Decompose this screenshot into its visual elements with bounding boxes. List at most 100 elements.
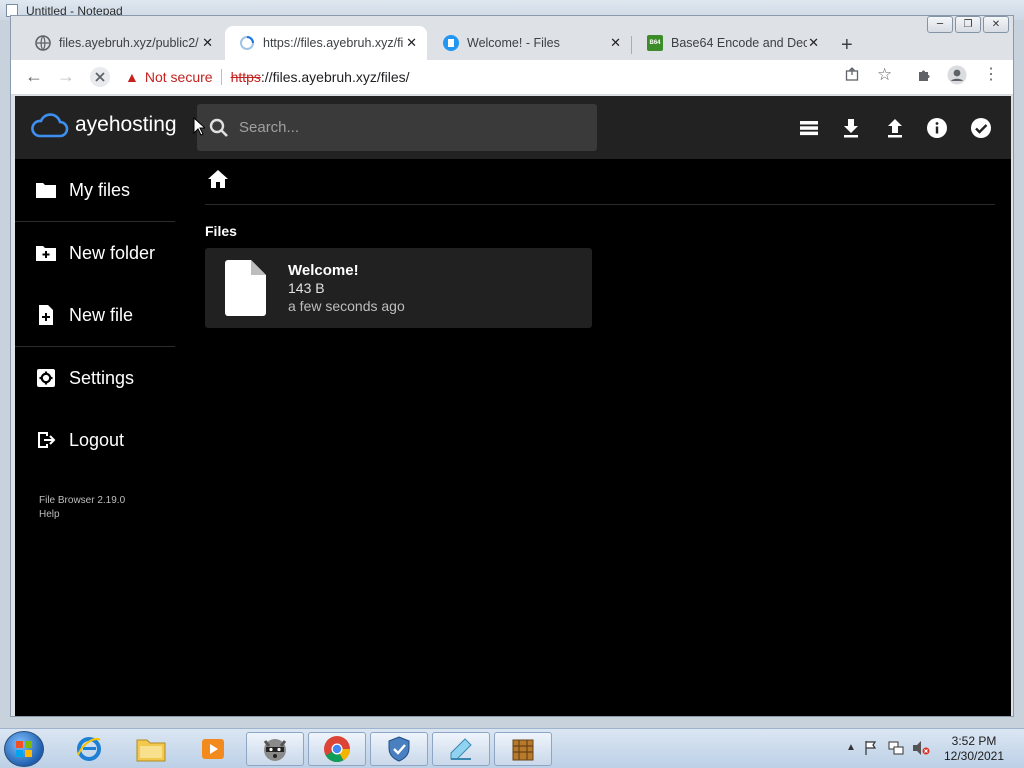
filebrowser-favicon-icon — [443, 35, 459, 51]
files-section-title: Files — [205, 223, 237, 239]
tab-welcome-files[interactable]: Welcome! - Files ✕ — [429, 26, 631, 60]
tab-public2[interactable]: files.ayebruh.xyz/public2/ ✕ — [21, 26, 223, 60]
search-icon — [209, 118, 228, 137]
media-player-icon — [202, 739, 224, 759]
volume-muted-icon[interactable] — [912, 740, 930, 761]
home-icon[interactable] — [207, 169, 229, 194]
list-view-icon[interactable] — [797, 116, 821, 140]
sidebar-item-settings[interactable]: Settings — [15, 347, 175, 409]
sidebar-item-my-files[interactable]: My files — [15, 159, 175, 221]
taskbar: ▲ 3:52 PM 12/30/2021 — [0, 728, 1024, 768]
url-scheme: https — [230, 69, 261, 85]
action-center-flag-icon[interactable] — [864, 740, 878, 761]
tab-separator — [631, 36, 632, 54]
taskbar-archive-app[interactable] — [494, 732, 552, 766]
mouse-cursor-icon — [193, 116, 207, 141]
chrome-icon — [324, 736, 351, 763]
network-icon[interactable] — [888, 740, 904, 761]
forward-arrow-icon[interactable]: → — [57, 66, 75, 87]
address-divider — [220, 69, 222, 85]
taskbar-media-player[interactable] — [184, 732, 242, 766]
tab-strip: files.ayebruh.xyz/public2/ ✕ https://fil… — [11, 24, 951, 60]
logout-icon — [35, 429, 57, 451]
share-icon[interactable] — [845, 67, 859, 85]
tab-base64[interactable]: B64 Base64 Encode and Deco ✕ — [633, 26, 829, 60]
info-icon[interactable] — [925, 116, 949, 140]
file-size: 143 B — [288, 280, 325, 296]
notepad-app-icon — [450, 738, 472, 760]
sidebar-item-label: New folder — [69, 242, 156, 263]
version-label: File Browser 2.19.0 — [39, 495, 126, 506]
breadcrumb — [205, 159, 995, 205]
cloud-logo-icon — [31, 113, 69, 138]
brand-logo[interactable]: ayehosting — [29, 110, 177, 140]
close-window-button[interactable]: ✕ — [983, 16, 1009, 33]
base64-favicon-icon: B64 — [647, 35, 663, 51]
file-document-icon — [223, 260, 267, 321]
taskbar-notepad[interactable] — [432, 732, 490, 766]
browser-window: ─ ❐ ✕ files.ayebruh.xyz/public2/ ✕ https… — [10, 15, 1014, 717]
tray-expand-icon[interactable]: ▲ — [846, 742, 856, 753]
search-box[interactable] — [197, 104, 597, 151]
internet-explorer-icon — [77, 737, 101, 761]
help-link[interactable]: Help — [39, 508, 125, 522]
back-arrow-icon[interactable]: ← — [25, 66, 43, 87]
url-path: ://files.ayebruh.xyz/files/ — [260, 69, 410, 85]
folder-explorer-icon — [136, 739, 166, 762]
archive-box-icon — [512, 739, 534, 761]
close-tab-icon[interactable]: ✕ — [202, 35, 213, 51]
upload-icon[interactable] — [883, 116, 907, 140]
sidebar-item-label: Logout — [69, 429, 125, 450]
stop-loading-icon[interactable] — [89, 66, 111, 93]
sidebar-item-label: Settings — [69, 367, 135, 388]
loading-icon — [239, 35, 255, 51]
close-tab-icon[interactable]: ✕ — [406, 35, 417, 51]
maximize-button[interactable]: ❐ — [955, 16, 981, 33]
shield-icon — [388, 736, 410, 762]
new-tab-button[interactable]: + — [841, 34, 853, 57]
app-header: ayehosting — [15, 96, 1011, 159]
windows-logo-icon — [16, 741, 32, 757]
address-bar[interactable]: ▲ Not secure https ://files.ayebruh.xyz/… — [125, 63, 915, 91]
sidebar-item-label: My files — [69, 179, 131, 200]
tab-files-active[interactable]: https://files.ayebruh.xyz/fi ✕ — [225, 26, 427, 60]
download-icon[interactable] — [839, 116, 863, 140]
sidebar: My files New folder New file Settings Lo… — [15, 159, 175, 471]
clock-time: 3:52 PM — [951, 734, 997, 748]
search-input[interactable] — [239, 119, 579, 136]
globe-icon — [35, 35, 51, 51]
file-name: Welcome! — [288, 262, 359, 279]
select-checkmark-icon[interactable] — [969, 116, 993, 140]
kebab-menu-icon[interactable]: ⋮ — [983, 64, 999, 84]
start-button[interactable] — [4, 731, 44, 767]
file-modified: a few seconds ago — [288, 298, 405, 314]
sidebar-item-logout[interactable]: Logout — [15, 409, 175, 471]
warning-triangle-icon: ▲ — [125, 69, 139, 85]
file-item-welcome[interactable]: Welcome! 143 B a few seconds ago — [205, 248, 592, 328]
taskbar-raccoon-app[interactable] — [246, 732, 304, 766]
taskbar-ie[interactable] — [60, 732, 118, 766]
close-tab-icon[interactable]: ✕ — [808, 35, 819, 51]
raccoon-icon — [263, 739, 287, 761]
taskbar-clock[interactable]: 3:52 PM 12/30/2021 — [937, 734, 1011, 764]
new-file-icon — [35, 304, 57, 326]
browser-toolbar: ← → ▲ Not secure https ://files.ayebruh.… — [11, 60, 1013, 95]
sidebar-item-new-file[interactable]: New file — [15, 284, 175, 346]
security-indicator[interactable]: Not secure — [145, 69, 213, 85]
profile-avatar-icon[interactable] — [947, 65, 967, 89]
file-browser-app: ayehosting Search... My files New folder… — [15, 96, 1011, 716]
close-tab-icon[interactable]: ✕ — [610, 35, 621, 51]
taskbar-explorer[interactable] — [122, 732, 180, 766]
new-folder-icon — [35, 242, 57, 264]
bookmark-star-icon[interactable]: ☆ — [877, 65, 892, 85]
sidebar-item-label: New file — [69, 304, 134, 325]
extensions-puzzle-icon[interactable] — [917, 67, 932, 86]
sidebar-item-new-folder[interactable]: New folder — [15, 222, 175, 284]
sidebar-footer: File Browser 2.19.0 Help — [39, 494, 125, 522]
folder-icon — [35, 179, 57, 201]
taskbar-security-app[interactable] — [370, 732, 428, 766]
settings-gear-icon — [35, 367, 57, 389]
taskbar-chrome[interactable] — [308, 732, 366, 766]
clock-date: 12/30/2021 — [943, 749, 1005, 763]
brand-name: ayehosting — [75, 113, 177, 136]
